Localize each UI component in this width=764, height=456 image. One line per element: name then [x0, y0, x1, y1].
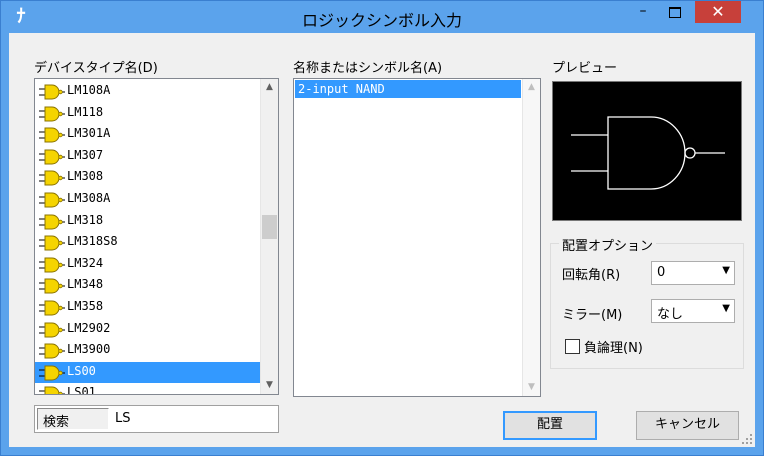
scrollbar-thumb[interactable]: [262, 215, 277, 239]
mirror-select[interactable]: なし ▼: [651, 299, 735, 323]
rotation-value: 0: [657, 265, 666, 280]
device-name: LM2902: [67, 320, 111, 335]
placement-options-title: 配置オプション: [559, 235, 657, 254]
device-type-list[interactable]: LM108A LM118 LM301A LM307 LM308 LM308A LM318 LM…: [34, 78, 279, 395]
device-name: LM358: [67, 299, 104, 313]
logic-gate-icon: [38, 84, 66, 104]
search-label-box: 検索: [37, 408, 109, 430]
list-item[interactable]: LS00: [35, 361, 260, 385]
logic-gate-icon: [38, 170, 66, 190]
device-name: LM348: [67, 277, 104, 292]
negative-logic-checkbox[interactable]: [565, 339, 580, 354]
device-name: LM108A: [67, 83, 111, 97]
mirror-label: ミラー(M): [562, 308, 623, 323]
list-item[interactable]: LM318S8: [35, 232, 260, 253]
list-item[interactable]: LM118: [35, 103, 260, 124]
list-item[interactable]: LM318: [35, 211, 260, 232]
device-name: LM3900: [67, 342, 111, 357]
negative-logic-label: 負論理(N): [584, 341, 643, 356]
close-icon: ✕: [711, 2, 725, 21]
symbol-name-label: 名称またはシンボル名(A): [293, 61, 443, 76]
place-button[interactable]: 配置: [503, 411, 597, 440]
scroll-up-arrow-icon: ▲: [528, 82, 535, 92]
search-label: 検索: [43, 415, 70, 430]
logic-gate-icon: [38, 300, 66, 320]
scroll-down-arrow-icon: ▼: [528, 382, 535, 392]
maximize-icon: [669, 7, 681, 18]
minimize-button[interactable]: –: [629, 1, 657, 23]
dialog-window: ﾅ ロジックシンボル入力 – ✕ デバイスタイプ名(D) LM108A LM118…: [0, 0, 764, 456]
chevron-down-icon: ▼: [722, 303, 730, 314]
symbol-list-scrollbar: ▲ ▼: [522, 79, 540, 396]
preview-label: プレビュー: [552, 61, 618, 76]
logic-gate-icon: [38, 386, 66, 394]
device-name: LM324: [67, 255, 104, 270]
search-input[interactable]: [115, 407, 273, 429]
device-type-label: デバイスタイプ名(D): [34, 61, 158, 76]
device-name: LM118: [67, 104, 104, 119]
list-item[interactable]: LM324: [35, 254, 260, 275]
logic-gate-icon: [38, 214, 66, 234]
list-item[interactable]: LM348: [35, 275, 260, 296]
logic-gate-icon: [38, 127, 66, 147]
mirror-value: なし: [657, 307, 684, 322]
device-name: LM301A: [67, 126, 111, 141]
logic-gate-icon: [38, 278, 66, 298]
logic-gate-icon: [38, 149, 66, 169]
device-name: LM318S8: [67, 234, 118, 249]
resize-grip-icon[interactable]: [741, 433, 753, 445]
dialog-body: デバイスタイプ名(D) LM108A LM118 LM301A LM307 LM308 L…: [9, 33, 755, 447]
list-item[interactable]: LM358: [35, 297, 260, 318]
logic-gate-icon: [38, 343, 66, 363]
list-item[interactable]: LM108A: [35, 81, 260, 102]
list-item[interactable]: LS01: [35, 383, 260, 395]
search-field: 検索: [34, 405, 279, 433]
list-item[interactable]: LM301A: [35, 124, 260, 145]
device-name: LM308A: [67, 191, 111, 205]
list-item[interactable]: LM2902: [35, 319, 260, 340]
scroll-down-arrow-icon[interactable]: ▼: [261, 377, 278, 394]
title-bar[interactable]: ﾅ ロジックシンボル入力 – ✕: [1, 1, 763, 33]
device-name: LS01: [67, 385, 96, 395]
logic-gate-icon: [38, 106, 66, 126]
rotation-label: 回転角(R): [562, 268, 621, 283]
list-item[interactable]: LM308: [35, 167, 260, 188]
list-item[interactable]: LM308A: [35, 189, 260, 210]
list-item[interactable]: 2-input NAND: [295, 80, 521, 98]
device-name: LM308: [67, 169, 104, 184]
list-item[interactable]: LM307: [35, 146, 260, 167]
cancel-button[interactable]: キャンセル: [636, 411, 739, 440]
logic-gate-icon: [38, 192, 66, 212]
logic-gate-icon: [38, 365, 66, 385]
logic-gate-icon: [38, 257, 66, 277]
device-name: LM307: [67, 147, 104, 162]
symbol-name-list[interactable]: 2-input NAND ▲ ▼: [293, 78, 541, 397]
rotation-select[interactable]: 0 ▼: [651, 261, 735, 285]
list-item[interactable]: LM3900: [35, 340, 260, 361]
preview-canvas: [552, 81, 742, 221]
chevron-down-icon: ▼: [722, 265, 730, 276]
device-list-scrollbar[interactable]: ▲ ▼: [260, 79, 278, 394]
logic-gate-icon: [38, 235, 66, 255]
device-name: LM318: [67, 212, 104, 227]
nand-gate-symbol-icon: [571, 116, 725, 190]
logic-gate-icon: [38, 322, 66, 342]
maximize-button[interactable]: [661, 1, 689, 23]
scroll-up-arrow-icon[interactable]: ▲: [261, 79, 278, 96]
close-button[interactable]: ✕: [695, 1, 741, 23]
device-name: LS00: [67, 363, 96, 378]
